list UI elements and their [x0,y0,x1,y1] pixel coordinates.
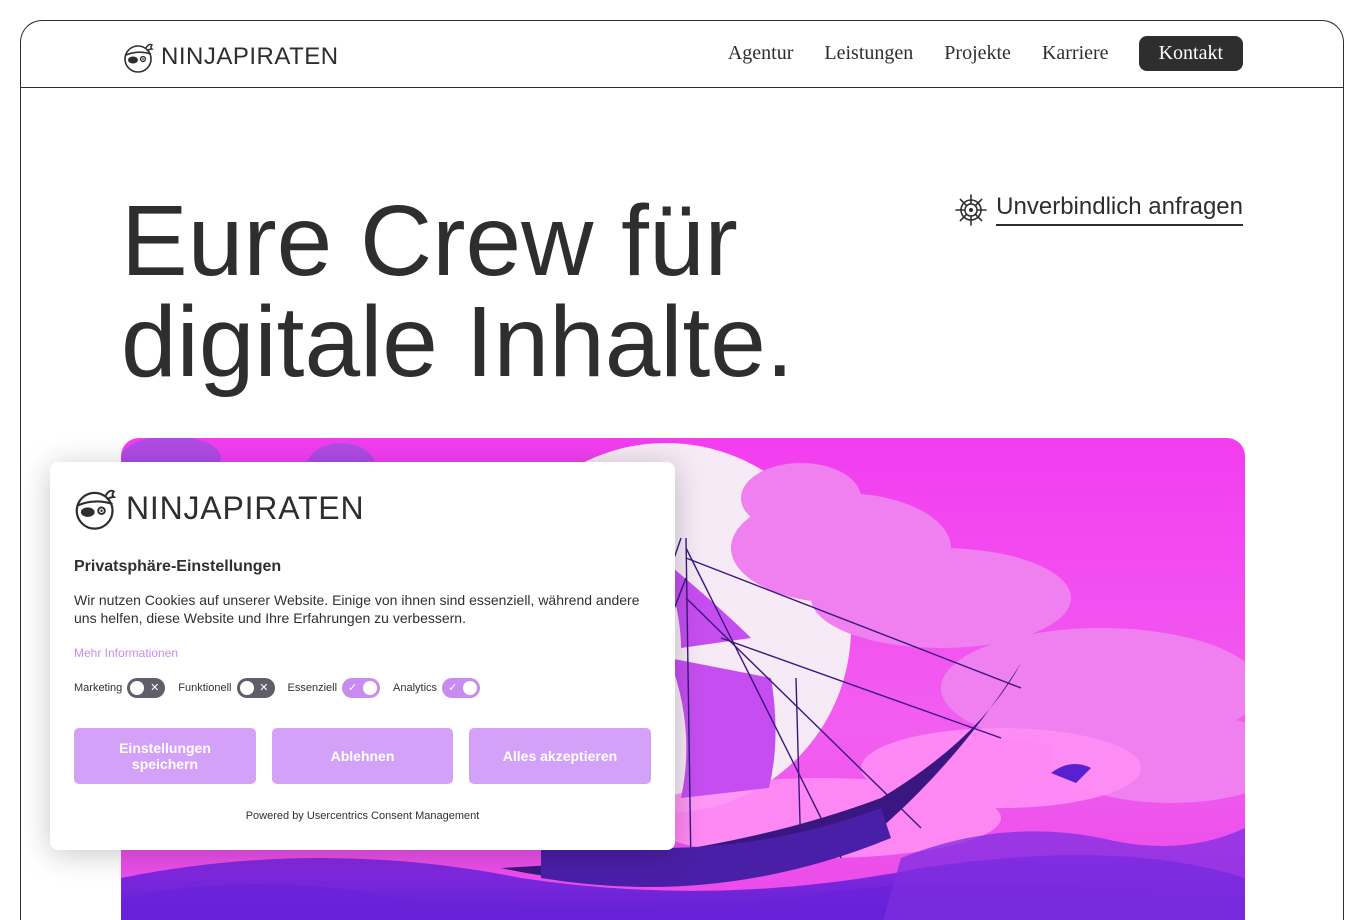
nav-item-projekte[interactable]: Projekte [944,42,1011,65]
toggle-label-analytics: Analytics [393,682,438,694]
toggle-essenziell[interactable]: ✓ [342,678,381,698]
toggle-label-essenziell: Essenziell [287,682,338,694]
toggle-group-essenziell: Essenziell ✓ [288,678,381,698]
consent-title: Privatsphäre-Einstellungen [74,558,282,575]
toggle-analytics[interactable]: ✓ [442,678,481,698]
site-logo[interactable]: NINJAPIRATEN [123,41,339,73]
ship-wheel-icon [955,193,987,226]
ninja-logo-icon [75,489,117,530]
accept-all-button[interactable]: Alles akzeptieren [469,728,651,784]
nav-item-karriere[interactable]: Karriere [1042,42,1109,65]
check-icon: ✓ [448,682,458,694]
toggle-label-marketing: Marketing [74,682,123,694]
main-nav: Agentur Leistungen Projekte Karriere Kon… [697,36,1243,71]
inquiry-link[interactable]: Unverbindlich anfragen [955,193,1243,226]
hero-title: Eure Crew für digitale Inhalte. [121,191,794,393]
cookie-consent-dialog: NINJAPIRATEN Privatsphäre-Einstellungen … [50,462,675,850]
nav-item-agentur[interactable]: Agentur [728,42,794,65]
consent-toggles: Marketing ✕ Funktionell ✕ Essenziell ✓ A… [74,678,493,698]
save-settings-button[interactable]: Einstellungen speichern [74,728,256,784]
cross-icon: ✕ [150,682,160,694]
nav-item-leistungen[interactable]: Leistungen [824,42,913,65]
inquiry-link-label: Unverbindlich anfragen [996,193,1243,226]
consent-buttons: Einstellungen speichern Ablehnen Alles a… [74,728,651,784]
hero-title-line-1: Eure Crew für [121,185,738,297]
toggle-label-funktionell: Funktionell [178,682,232,694]
toggle-knob [239,681,254,695]
decline-button[interactable]: Ablehnen [272,728,453,784]
toggle-group-analytics: Analytics ✓ [393,678,481,698]
consent-logo-text: NINJAPIRATEN [126,489,365,526]
toggle-group-funktionell: Funktionell ✕ [178,678,275,698]
toggle-group-marketing: Marketing ✕ [74,678,166,698]
consent-logo: NINJAPIRATEN [74,486,651,530]
logo-text: NINJAPIRATEN [161,43,339,70]
check-icon: ✓ [348,682,358,694]
toggle-knob [463,681,478,695]
more-info-link[interactable]: Mehr Informationen [74,646,178,660]
toggle-knob [363,681,378,695]
site-header: NINJAPIRATEN Agentur Leistungen Projekte… [21,21,1343,88]
contact-button[interactable]: Kontakt [1138,36,1243,71]
toggle-funktionell[interactable]: ✕ [236,678,275,698]
toggle-knob [130,681,145,695]
consent-description: Wir nutzen Cookies auf unserer Website. … [74,592,640,626]
hero-title-line-2: digitale Inhalte. [121,286,794,398]
cross-icon: ✕ [259,682,269,694]
ninja-logo-icon [124,43,154,73]
powered-by-text: Powered by Usercentrics Consent Manageme… [245,810,480,822]
toggle-marketing[interactable]: ✕ [127,678,166,698]
